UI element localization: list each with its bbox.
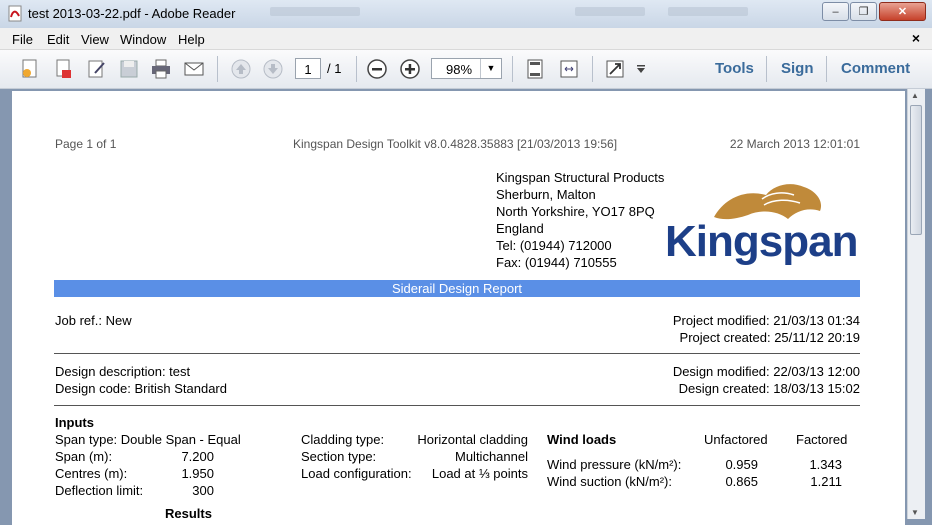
factored-header: Factored	[796, 432, 848, 447]
input-value: 300	[192, 483, 214, 498]
email-icon[interactable]	[181, 56, 207, 82]
design-code: Design code: British Standard	[55, 381, 227, 396]
sign-link[interactable]: Sign	[781, 60, 814, 77]
minimize-button[interactable]: –	[822, 2, 849, 21]
toolbar-separator	[826, 56, 827, 82]
design-created: Design created: 18/03/13 15:02	[678, 381, 860, 396]
document-viewer: Page 1 of 1 Kingspan Design Toolkit v8.0…	[0, 89, 932, 525]
input-label: Centres (m):	[55, 466, 128, 481]
address-line: England	[496, 221, 544, 236]
wind-label: Wind pressure (kN/m²):	[547, 457, 682, 472]
input-label: Load configuration:	[301, 466, 412, 481]
toolbar-separator	[766, 56, 767, 82]
toolbar-separator	[512, 56, 513, 82]
pdf-page: Page 1 of 1 Kingspan Design Toolkit v8.0…	[12, 91, 905, 525]
job-ref: Job ref.: New	[55, 313, 132, 328]
wind-label: Wind suction (kN/m²):	[547, 474, 672, 489]
wind-factored-value: 1.343	[809, 457, 842, 472]
tools-link[interactable]: Tools	[715, 60, 754, 77]
input-value: 7.200	[181, 449, 214, 464]
toolbar-separator	[592, 56, 593, 82]
menu-bar: File Edit View Window Help ×	[0, 28, 932, 50]
edit-document-icon[interactable]	[84, 56, 110, 82]
input-label: Section type:	[301, 449, 377, 464]
pdf-file-icon	[8, 5, 22, 22]
menu-window[interactable]: Window	[120, 32, 166, 47]
inputs-heading: Inputs	[55, 415, 94, 430]
divider	[54, 353, 860, 354]
print-icon[interactable]	[148, 56, 174, 82]
menu-edit[interactable]: Edit	[47, 32, 69, 47]
chevron-down-icon[interactable]: ▼	[480, 59, 501, 78]
telephone: Tel: (01944) 712000	[496, 238, 612, 253]
vertical-scrollbar[interactable]: ▲ ▼	[907, 89, 925, 519]
results-heading: Results	[165, 506, 212, 521]
scroll-up-icon[interactable]: ▲	[911, 91, 919, 100]
toolbar-separator	[356, 56, 357, 82]
zoom-select[interactable]: 98% ▼	[431, 58, 502, 79]
combine-pdf-icon[interactable]	[50, 56, 76, 82]
fit-page-icon[interactable]	[522, 56, 548, 82]
input-label: Cladding type:	[301, 432, 385, 447]
project-modified: Project modified: 21/03/13 01:34	[672, 313, 860, 328]
full-screen-icon[interactable]	[602, 56, 628, 82]
scrollbar-thumb[interactable]	[910, 105, 922, 235]
wind-unfactored-value: 0.959	[725, 457, 758, 472]
input-label: Span (m):	[55, 449, 113, 464]
design-description: Design description: test	[55, 364, 191, 379]
input-value: Horizontal cladding	[417, 432, 528, 447]
menu-file[interactable]: File	[12, 32, 33, 47]
input-value: Multichannel	[455, 449, 528, 464]
comment-link[interactable]: Comment	[841, 60, 910, 77]
unfactored-header: Unfactored	[704, 432, 768, 447]
title-bar: test 2013-03-22.pdf - Adobe Reader – ❐ ✕	[0, 0, 932, 28]
save-icon[interactable]	[116, 56, 142, 82]
wind-loads-heading: Wind loads	[547, 432, 617, 447]
address-line: Kingspan Structural Products	[496, 170, 665, 185]
page-indicator: Page 1 of 1	[55, 137, 117, 151]
page-total: / 1	[327, 61, 342, 76]
toolbar-separator	[217, 56, 218, 82]
span-type: Span type: Double Span - Equal	[55, 432, 241, 447]
toolbar-options-icon[interactable]	[632, 56, 650, 82]
window-title: test 2013-03-22.pdf - Adobe Reader	[28, 6, 236, 21]
fax: Fax: (01944) 710555	[496, 255, 617, 270]
page-number-input[interactable]: 1	[295, 58, 321, 79]
previous-page-icon[interactable]	[228, 56, 254, 82]
create-pdf-icon[interactable]	[17, 56, 43, 82]
input-value: 1.950	[181, 466, 214, 481]
print-date: 22 March 2013 12:01:01	[729, 137, 860, 151]
next-page-icon[interactable]	[260, 56, 286, 82]
fit-width-icon[interactable]	[556, 56, 582, 82]
project-created: Project created: 25/11/12 20:19	[679, 330, 860, 345]
scroll-down-icon[interactable]: ▼	[911, 508, 919, 517]
input-value: Load at ⅓ points	[431, 466, 528, 481]
kingspan-logo: Kingspan	[665, 217, 858, 266]
close-document-icon[interactable]: ×	[912, 30, 920, 46]
menu-help[interactable]: Help	[178, 32, 205, 47]
wind-unfactored-value: 0.865	[725, 474, 758, 489]
restore-button[interactable]: ❐	[850, 2, 877, 21]
blurred-background-text	[668, 7, 748, 16]
wind-factored-value: 1.211	[810, 474, 842, 489]
blurred-background-text	[575, 7, 645, 16]
input-label: Deflection limit:	[55, 483, 144, 498]
zoom-in-icon[interactable]	[397, 56, 423, 82]
address-line: North Yorkshire, YO17 8PQ	[496, 204, 655, 219]
reader-window: test 2013-03-22.pdf - Adobe Reader – ❐ ✕…	[0, 0, 932, 525]
toolkit-version: Kingspan Design Toolkit v8.0.4828.35883 …	[293, 137, 618, 151]
menu-view[interactable]: View	[81, 32, 109, 47]
divider	[54, 405, 860, 406]
zoom-out-icon[interactable]	[364, 56, 390, 82]
close-button[interactable]: ✕	[879, 2, 926, 21]
report-title-band: Siderail Design Report	[54, 280, 860, 297]
design-modified: Design modified: 22/03/13 12:00	[672, 364, 860, 379]
zoom-value: 98%	[446, 62, 473, 77]
address-line: Sherburn, Malton	[496, 187, 596, 202]
blurred-background-text	[270, 7, 360, 16]
toolbar: 1 / 1 98% ▼ Tools Sign Comment	[0, 50, 932, 89]
